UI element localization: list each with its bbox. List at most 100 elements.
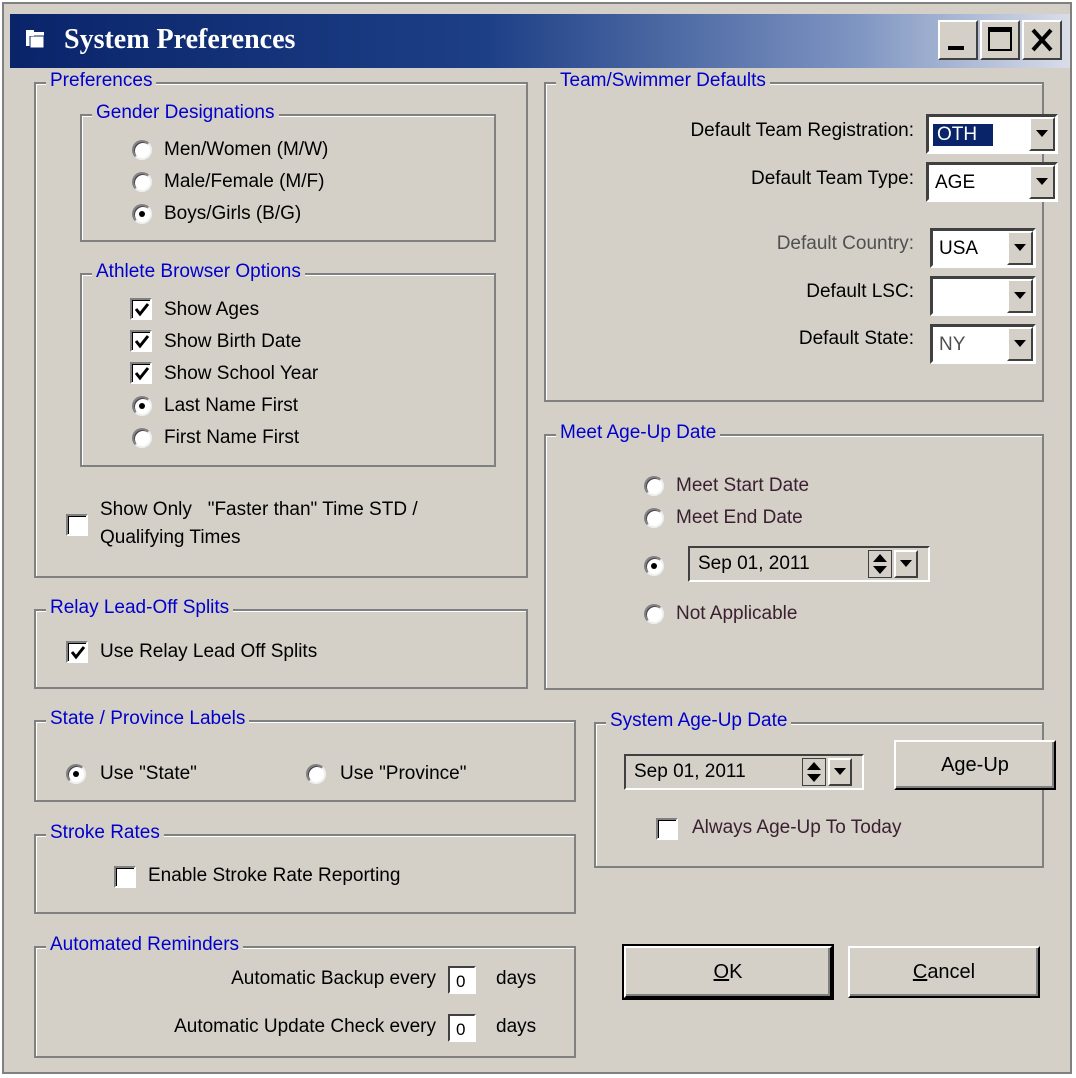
update-days-unit: days [496,1016,537,1037]
show-ages-label: Show Ages [164,299,260,320]
maximize-button[interactable] [980,20,1020,60]
checkmark-icon [134,367,150,381]
chevron-down-icon [1014,340,1026,347]
minimize-icon [948,46,964,50]
gender-option-bg: Boys/Girls (B/G) [164,203,302,224]
state-label: Default State: [798,328,914,349]
system-date-picker[interactable]: Sep 01, 2011 [624,754,864,790]
update-check-label: Automatic Update Check every [174,1016,436,1037]
country-label: Default Country: [776,233,914,254]
lsc-dropdown-button[interactable] [1007,279,1033,313]
minimize-button[interactable] [938,20,978,60]
faster-than-label-line2: Qualifying Times [100,527,241,548]
chevron-down-icon [1036,130,1048,137]
checkmark-icon [134,335,150,349]
use-province-radio[interactable] [306,764,326,784]
faster-than-checkbox[interactable] [66,514,88,536]
relay-legend: Relay Lead-Off Splits [46,597,234,619]
update-days-input[interactable]: 0 [448,1014,476,1042]
state-province-legend: State / Province Labels [46,708,250,730]
relay-splits-label: Use Relay Lead Off Splits [100,641,318,662]
meet-date-picker[interactable]: Sep 01, 2011 [688,546,930,582]
stroke-rates-legend: Stroke Rates [46,822,164,844]
chevron-down-icon [1014,292,1026,299]
meet-start-date-radio[interactable] [644,476,664,496]
team-type-label: Default Team Type: [750,168,914,189]
gender-radio-mf[interactable] [132,172,152,192]
spin-arrows-icon [807,762,821,782]
show-ages-checkbox[interactable] [130,298,152,320]
meet-age-up-legend: Meet Age-Up Date [556,422,721,444]
chevron-down-icon [900,560,912,567]
backup-days-unit: days [496,968,537,989]
use-state-label: Use "State" [100,763,197,784]
title-bar[interactable]: System Preferences [10,14,1070,68]
backup-label: Automatic Backup every [231,968,436,989]
automated-reminders-group: Automated Reminders [34,934,576,1058]
faster-than-label-line1: Show Only "Faster than" Time STD / [100,499,418,520]
lsc-select[interactable] [930,276,1036,316]
registration-dropdown-button[interactable] [1029,117,1055,151]
team-type-dropdown-button[interactable] [1029,165,1055,199]
state-select[interactable]: NY [930,324,1036,364]
window-title: System Preferences [64,24,296,55]
gender-designations-legend: Gender Designations [92,102,279,124]
gender-option-mf: Male/Female (M/F) [164,171,325,192]
relay-splits-checkbox[interactable] [66,641,88,663]
meet-date-dropdown-button[interactable] [894,550,918,578]
show-birth-date-checkbox[interactable] [130,330,152,352]
backup-days-input[interactable]: 0 [448,966,476,994]
checkmark-icon [70,646,86,660]
age-up-button[interactable]: Age-Up [894,740,1056,790]
meet-start-date-label: Meet Start Date [676,475,810,496]
first-name-first-label: First Name First [164,427,300,448]
chevron-down-icon [834,768,846,775]
app-icon [24,28,48,50]
lsc-label: Default LSC: [806,281,914,302]
spin-arrows-icon [873,554,887,574]
meet-date-spinner[interactable] [868,550,892,578]
show-school-year-checkbox[interactable] [130,362,152,384]
meet-end-date-radio[interactable] [644,508,664,528]
always-age-up-checkbox[interactable] [656,818,678,840]
preferences-legend: Preferences [46,70,157,92]
maximize-icon [988,27,1012,51]
close-icon [1031,28,1053,52]
use-province-label: Use "Province" [340,763,467,784]
show-school-year-label: Show School Year [164,363,319,384]
not-applicable-label: Not Applicable [676,603,798,624]
show-birth-date-label: Show Birth Date [164,331,302,352]
system-date-dropdown-button[interactable] [828,758,852,786]
system-date-spinner[interactable] [802,758,826,786]
cancel-button[interactable]: Cancel [848,946,1040,998]
registration-label: Default Team Registration: [690,120,914,141]
last-name-first-label: Last Name First [164,395,299,416]
automated-reminders-legend: Automated Reminders [46,934,244,956]
chevron-down-icon [1036,178,1048,185]
meet-custom-date-radio[interactable] [644,556,664,576]
close-button[interactable] [1022,20,1062,60]
chevron-down-icon [1014,244,1026,251]
first-name-first-radio[interactable] [132,428,152,448]
athlete-browser-legend: Athlete Browser Options [92,261,305,283]
country-select[interactable]: USA [930,228,1036,268]
meet-end-date-label: Meet End Date [676,507,803,528]
system-age-up-legend: System Age-Up Date [606,710,792,732]
registration-select[interactable]: OTH [926,114,1058,154]
not-applicable-radio[interactable] [644,604,664,624]
gender-option-mw: Men/Women (M/W) [164,139,329,160]
team-type-select[interactable]: AGE [926,162,1058,202]
state-dropdown-button[interactable] [1007,327,1033,361]
ok-button[interactable]: OK [622,944,834,1000]
gender-radio-bg[interactable] [132,204,152,224]
last-name-first-radio[interactable] [132,396,152,416]
country-dropdown-button[interactable] [1007,231,1033,265]
team-defaults-legend: Team/Swimmer Defaults [556,70,770,92]
stroke-rate-label: Enable Stroke Rate Reporting [148,865,401,886]
gender-radio-mw[interactable] [132,140,152,160]
always-age-up-label: Always Age-Up To Today [692,817,902,838]
stroke-rate-checkbox[interactable] [114,866,136,888]
use-state-radio[interactable] [66,764,86,784]
checkmark-icon [134,303,150,317]
state-province-group: State / Province Labels [34,708,576,802]
